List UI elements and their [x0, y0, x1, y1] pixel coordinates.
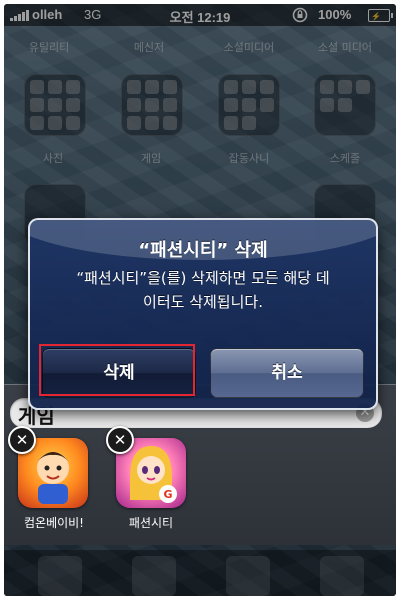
delete-button[interactable]: 삭제	[42, 348, 196, 398]
delete-app-fashion-city-icon[interactable]: ✕	[106, 426, 134, 454]
app-label-comeon-baby: 컴온베이비!	[23, 516, 84, 530]
delete-app-comeon-baby-icon[interactable]: ✕	[8, 426, 36, 454]
dialog-title: “패션시티” 삭제	[138, 240, 268, 261]
dock	[4, 550, 396, 596]
delete-confirm-dialog: “패션시티” 삭제 “패션시티”을(를) 삭제하면 모든 해당 데 이터도 삭제…	[28, 218, 378, 410]
app-label-fashion-city: 패션시티	[128, 516, 174, 530]
svg-text:G: G	[163, 488, 172, 501]
dialog-message-line1: “패션시티”을(를) 삭제하면 모든 해당 데	[76, 269, 330, 287]
dialog-message-line2: 이터도 삭제됩니다.	[143, 293, 263, 311]
dialog-message: “패션시티”을(를) 삭제하면 모든 해당 데 이터도 삭제됩니다.	[44, 266, 362, 314]
phone-screen: olleh 3G 오전 12:19 100% ⚡ 유틸리티 메신저 소셜미디어 …	[4, 4, 396, 596]
cancel-button[interactable]: 취소	[210, 348, 364, 398]
